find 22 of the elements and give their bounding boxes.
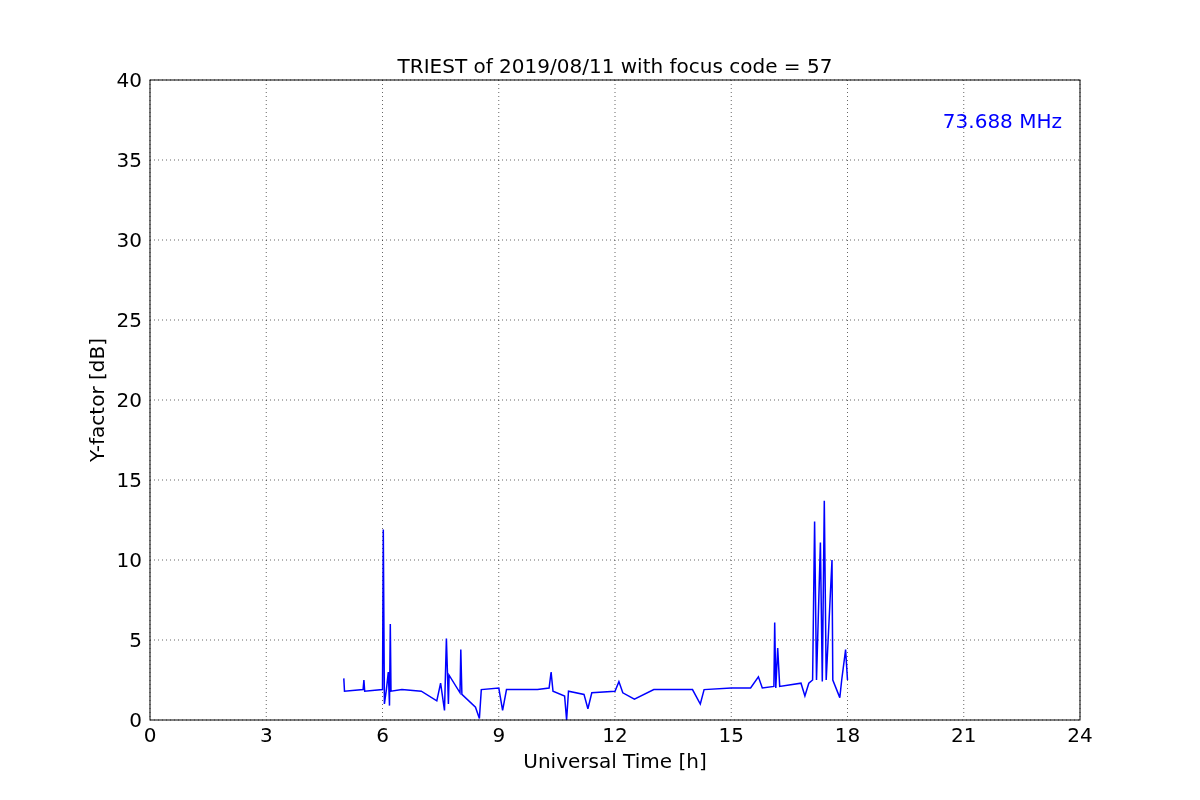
y-tick-label: 30 [116,228,142,252]
x-tick-label: 18 [834,723,861,747]
x-tick-label: 9 [492,723,506,747]
x-tick-label: 15 [718,723,744,747]
y-tick-label: 40 [116,68,142,92]
series-label: 73.688 MHz [942,109,1062,133]
y-tick-label: 25 [116,308,142,332]
y-tick-label: 10 [116,548,142,572]
y-tick-label: 5 [129,628,142,652]
y-tick-label: 0 [129,708,142,732]
y-tick-label: 20 [116,388,142,412]
x-tick-label: 24 [1067,723,1093,747]
x-tick-label: 12 [602,723,628,747]
x-tick-label: 3 [259,723,273,747]
x-axis-label: Universal Time [h] [523,749,707,773]
chart-title: TRIEST of 2019/08/11 with focus code = 57 [397,54,833,78]
x-tick-label: 6 [376,723,389,747]
y-tick-label: 15 [116,468,142,492]
y-axis-label: Y-factor [dB] [85,338,109,462]
x-tick-label: 21 [951,723,977,747]
x-tick-label: 0 [143,723,157,747]
y-tick-label: 35 [116,148,142,172]
